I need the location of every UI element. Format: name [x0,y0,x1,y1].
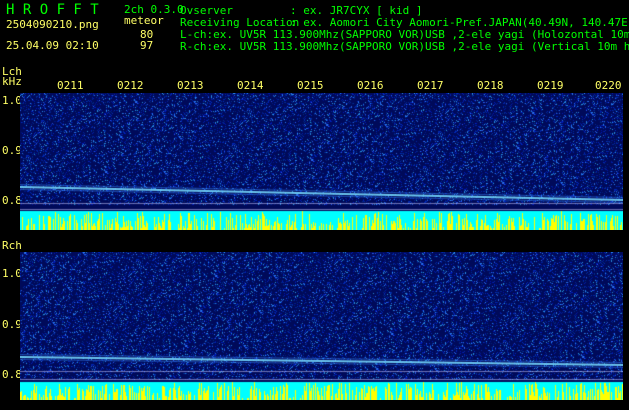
time-tick: 0212 [117,79,144,92]
time-tick: 0213 [177,79,204,92]
lch-y-label-0-9: 0.9 [2,144,22,157]
lch-y-label-1-0: 1.0 [2,94,22,107]
datetime: 25.04.09 02:10 [6,39,99,52]
rch-label: Rch [2,239,22,252]
time-tick: 0215 [297,79,324,92]
time-tick: 0214 [237,79,264,92]
rch-y-label-0-9: 0.9 [2,318,22,331]
time-tick: 0217 [417,79,444,92]
rch-info: R-ch:ex. UV5R 113.900Mhz(SAPPORO VOR)USB… [180,41,629,53]
location-value: : ex. Aomori City Aomori-Pref.JAPAN(40.4… [290,16,629,29]
location-label: Receiving Location [180,16,300,29]
app-logo: H R O F F T [6,2,99,18]
rch-spectrogram [20,252,623,400]
lch-y-label-0-8: 0.8 [2,194,22,207]
lch-spectrogram [20,93,623,230]
meteor-label: meteor [124,14,164,27]
rch-y-label-1-0: 1.0 [2,267,22,280]
time-tick: 0216 [357,79,384,92]
time-tick: 0219 [537,79,564,92]
time-tick: 0211 [57,79,84,92]
time-tick: 0218 [477,79,504,92]
meteor-r-count: 97 [140,39,154,52]
time-tick: 0220 [595,79,622,92]
lch-info: L-ch:ex. UV5R 113.900Mhz(SAPPORO VOR)USB… [180,29,629,41]
rch-y-label-0-8: 0.8 [2,368,22,381]
lch-unit: kHz [2,75,22,88]
file-name: 2504090210.png [6,18,99,31]
